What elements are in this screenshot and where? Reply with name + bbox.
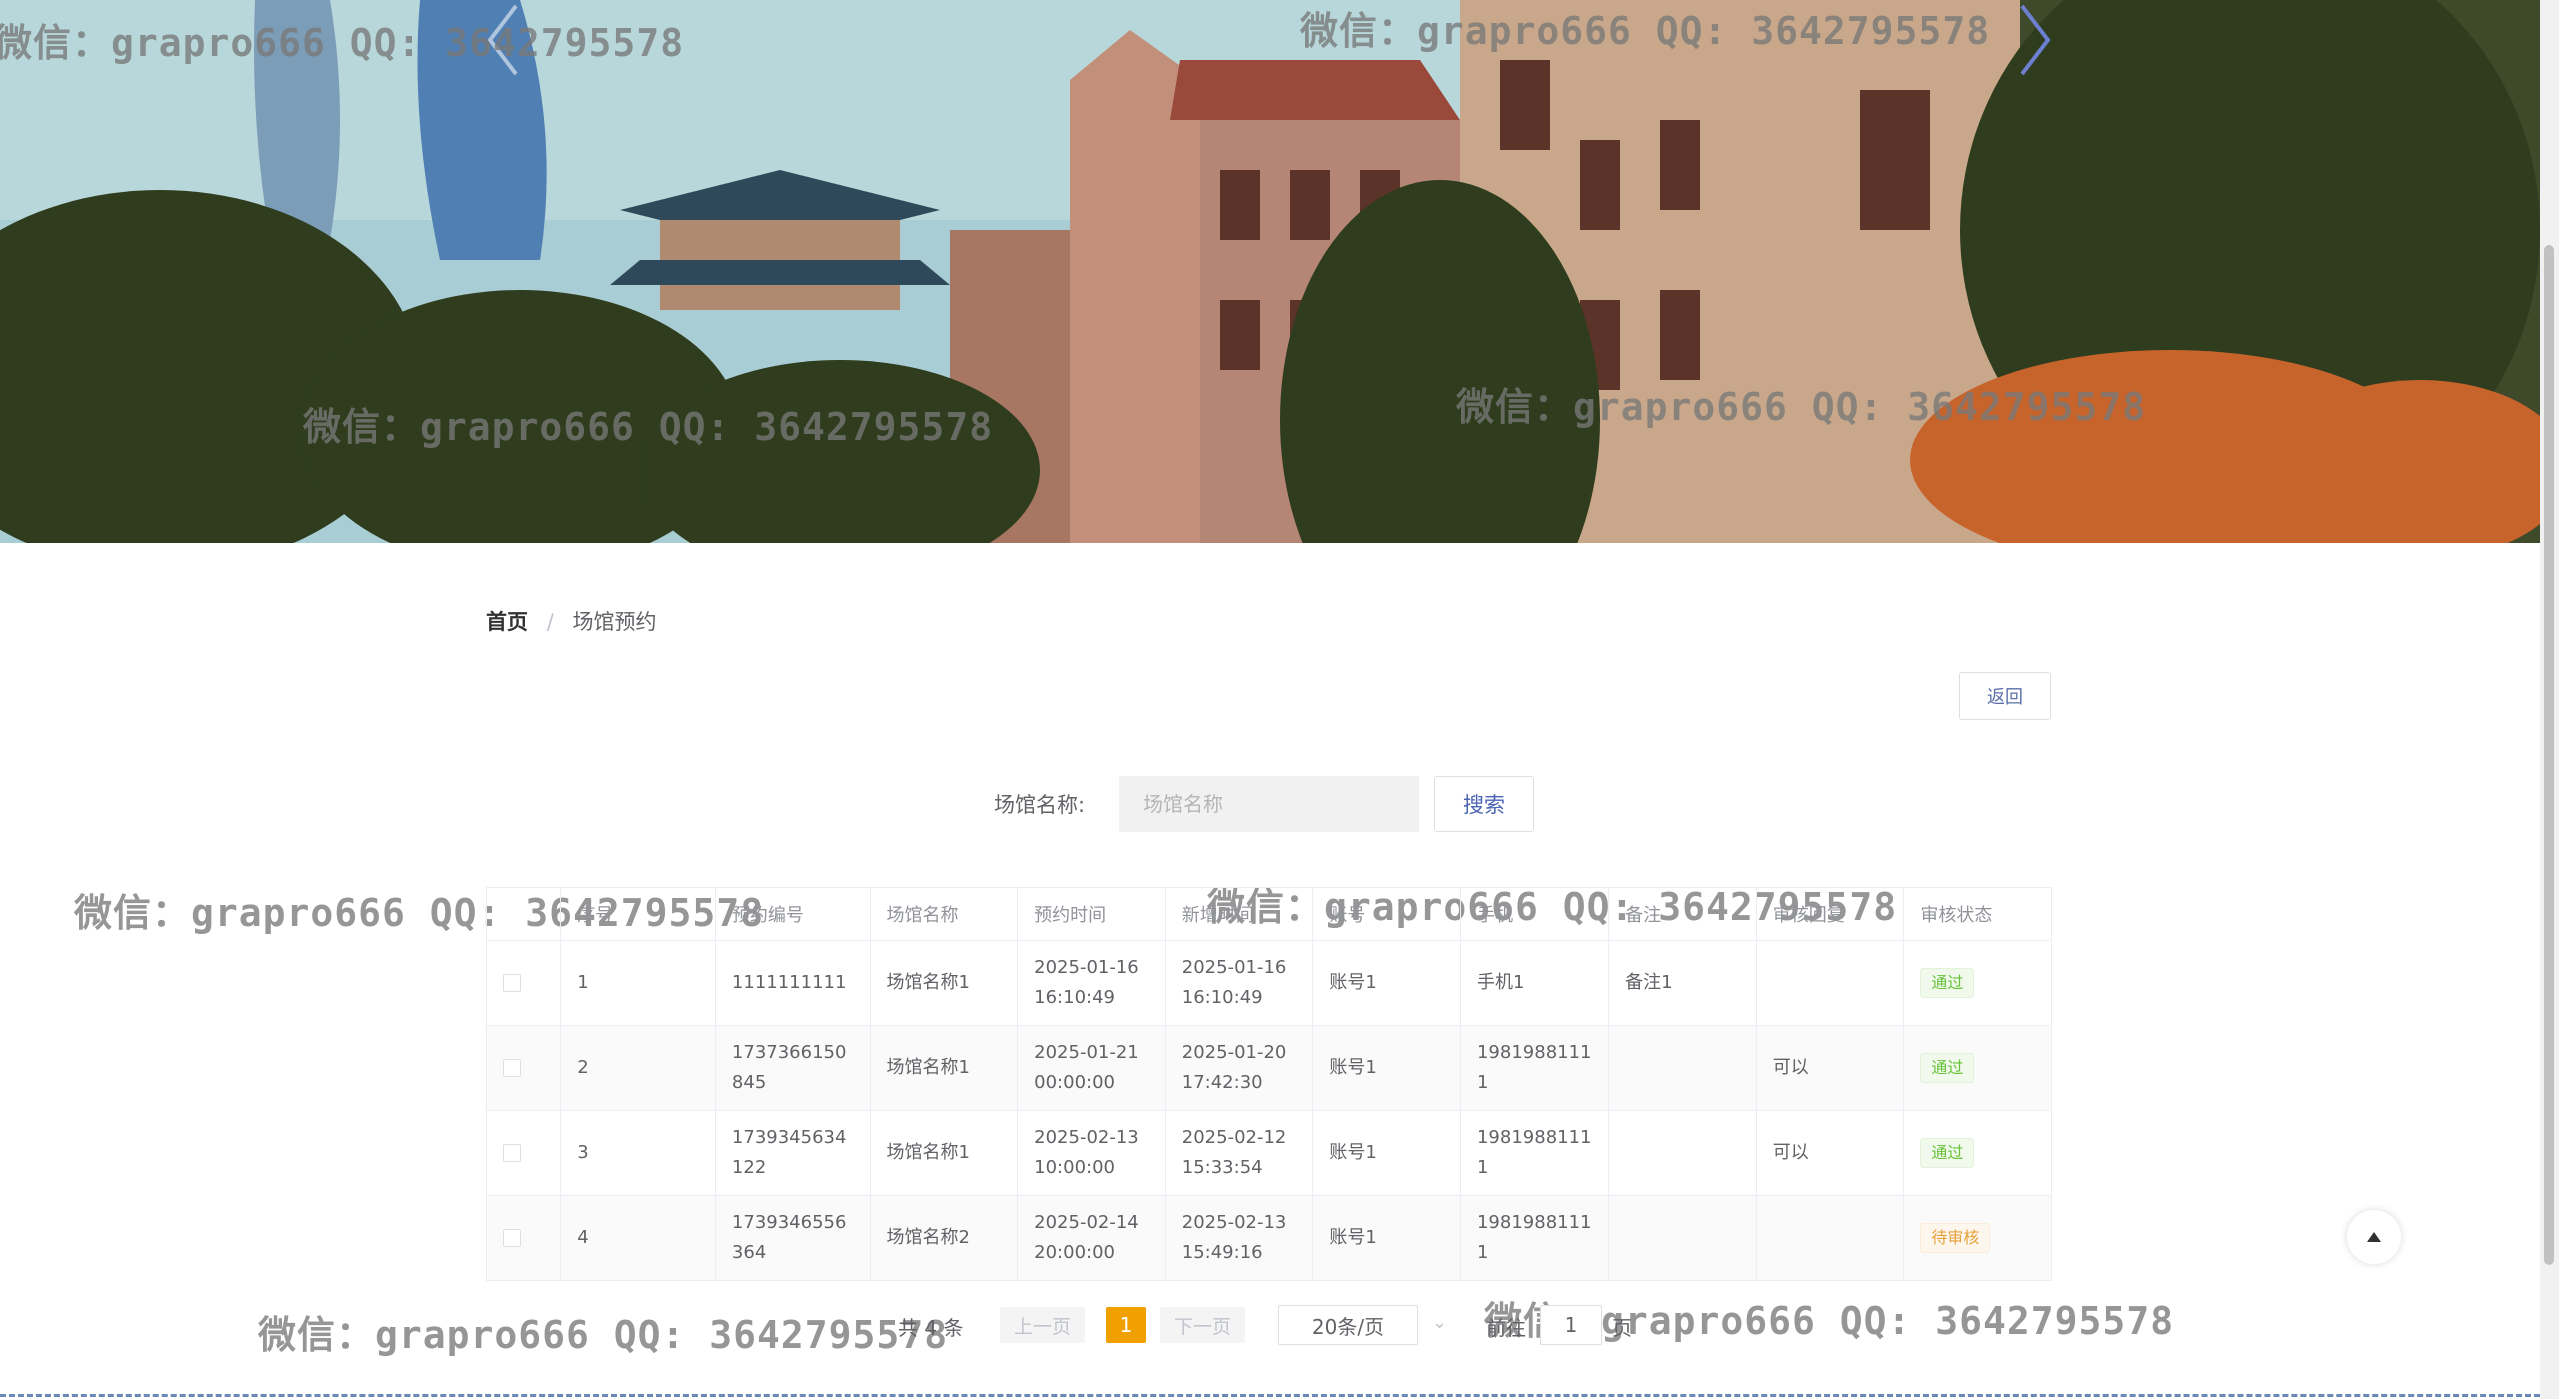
note: 备注1 (1608, 940, 1757, 1026)
page-size-select[interactable]: 20条/页 (1278, 1305, 1418, 1345)
venue-name: 场馆名称2 (869, 1195, 1019, 1281)
back-to-top-button[interactable] (2347, 1210, 2401, 1264)
table-row[interactable]: 1 1111111111 场馆名称1 2025-01-16 16:10:49 20… (485, 940, 2052, 1026)
status-badge: 通过 (1920, 1138, 1975, 1168)
back-button[interactable]: 返回 (1959, 672, 2051, 720)
review-reply (1755, 1195, 1905, 1281)
account: 账号1 (1312, 1110, 1461, 1196)
note (1608, 1195, 1757, 1281)
reservation-code: 1111111111 (714, 940, 871, 1026)
caret-up-icon (2367, 1232, 2381, 1242)
reservation-time: 2025-01-21 00:00:00 (1017, 1025, 1166, 1111)
reservation-table: 序号 预约编号 场馆名称 预约时间 新增时间 账号 手机 备注 审核回复 审核状… (485, 887, 2052, 1281)
account: 账号1 (1312, 1025, 1461, 1111)
carousel-next-icon[interactable] (2010, 0, 2058, 80)
reservation-code: 1739346556 364 (714, 1195, 871, 1281)
reservation-time: 2025-02-14 20:00:00 (1017, 1195, 1166, 1281)
venue-name-search-input[interactable] (1119, 776, 1419, 832)
venue-name: 场馆名称1 (869, 940, 1019, 1026)
column-header: 审核状态 (1903, 887, 2052, 941)
search-button[interactable]: 搜索 (1434, 776, 1534, 832)
current-page-button[interactable]: 1 (1106, 1307, 1146, 1343)
breadcrumb: 首页 / 场馆预约 (486, 606, 656, 636)
watermark: 微信：grapro666 QQ: 3642795578 (258, 1313, 949, 1357)
next-page-button[interactable]: 下一页 (1160, 1307, 1246, 1343)
column-header: 手机 (1459, 887, 1610, 941)
row-checkbox[interactable] (503, 1144, 521, 1162)
review-reply: 可以 (1755, 1110, 1905, 1196)
status-badge: 通过 (1920, 1053, 1975, 1083)
created-time: 2025-01-20 17:42:30 (1164, 1025, 1314, 1111)
phone: 手机1 (1459, 940, 1610, 1026)
goto-suffix: 页 (1612, 1316, 1632, 1340)
review-reply (1755, 940, 1905, 1026)
venue-name: 场馆名称1 (869, 1110, 1019, 1196)
column-header: 场馆名称 (869, 887, 1019, 941)
row-index: 3 (560, 1110, 716, 1196)
row-index: 2 (560, 1025, 716, 1111)
column-header: 预约编号 (714, 887, 871, 941)
row-index: 4 (560, 1195, 716, 1281)
reservation-time: 2025-02-13 10:00:00 (1017, 1110, 1166, 1196)
table-row[interactable]: 4 1739346556 364 场馆名称2 2025-02-14 20:00:00… (485, 1195, 2052, 1281)
review-reply: 可以 (1755, 1025, 1905, 1111)
row-checkbox[interactable] (503, 1229, 521, 1247)
scrollbar-thumb[interactable] (2544, 245, 2554, 1265)
column-header: 审核回复 (1755, 887, 1905, 941)
hero-banner (0, 0, 2540, 543)
created-time: 2025-01-16 16:10:49 (1164, 940, 1314, 1026)
goto-label: 前往 (1486, 1316, 1526, 1340)
goto-page-input[interactable] (1540, 1305, 1602, 1345)
reservation-code: 1737366150 845 (714, 1025, 871, 1111)
status-badge: 待审核 (1920, 1223, 1991, 1253)
note (1608, 1025, 1757, 1111)
venue-name: 场馆名称1 (869, 1025, 1019, 1111)
account: 账号1 (1312, 940, 1461, 1026)
carousel-prev-icon[interactable] (480, 0, 528, 80)
page-bottom-divider (0, 1394, 2540, 1397)
column-header: 账号 (1312, 887, 1461, 941)
breadcrumb-current: 场馆预约 (572, 610, 657, 634)
phone: 1981988111 1 (1459, 1195, 1610, 1281)
pagination-total: 共 4 条 (898, 1316, 964, 1340)
row-checkbox[interactable] (503, 1059, 521, 1077)
chevron-down-icon[interactable]: ⌄ (1432, 1312, 1447, 1333)
account: 账号1 (1312, 1195, 1461, 1281)
prev-page-button[interactable]: 上一页 (1000, 1307, 1086, 1343)
breadcrumb-separator: / (546, 610, 554, 634)
table-row[interactable]: 2 1737366150 845 场馆名称1 2025-01-21 00:00:00… (485, 1025, 2052, 1111)
phone: 1981988111 1 (1459, 1025, 1610, 1111)
row-index: 1 (560, 940, 716, 1026)
table-header-row: 序号 预约编号 场馆名称 预约时间 新增时间 账号 手机 备注 审核回复 审核状… (485, 887, 2052, 941)
created-time: 2025-02-13 15:49:16 (1164, 1195, 1314, 1281)
banner-image (0, 0, 2540, 543)
breadcrumb-home[interactable]: 首页 (486, 610, 528, 634)
select-all-header (485, 887, 562, 941)
status-badge: 通过 (1920, 968, 1975, 998)
column-header: 预约时间 (1017, 887, 1166, 941)
note (1608, 1110, 1757, 1196)
search-label: 场馆名称: (994, 793, 1086, 817)
column-header: 备注 (1608, 887, 1757, 941)
reservation-code: 1739345634 122 (714, 1110, 871, 1196)
phone: 1981988111 1 (1459, 1110, 1610, 1196)
column-header: 序号 (560, 887, 716, 941)
table-row[interactable]: 3 1739345634 122 场馆名称1 2025-02-13 10:00:00… (485, 1110, 2052, 1196)
created-time: 2025-02-12 15:33:54 (1164, 1110, 1314, 1196)
column-header: 新增时间 (1164, 887, 1314, 941)
row-checkbox[interactable] (503, 974, 521, 992)
reservation-time: 2025-01-16 16:10:49 (1017, 940, 1166, 1026)
